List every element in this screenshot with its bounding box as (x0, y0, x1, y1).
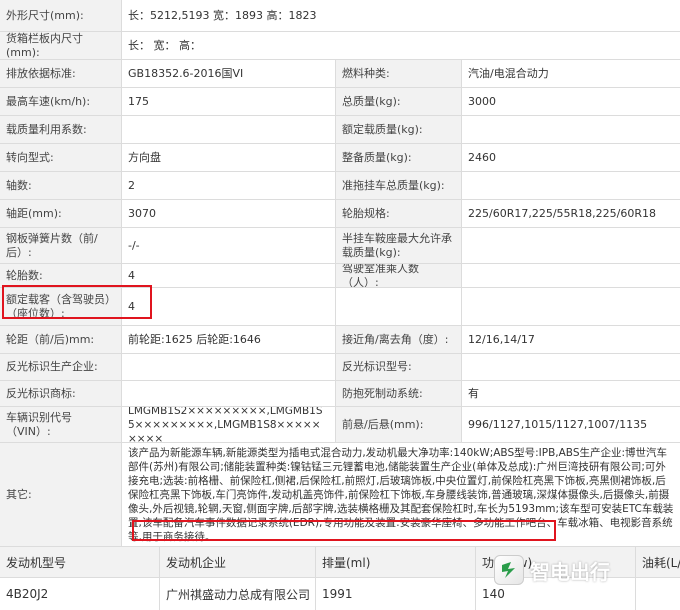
label-cab-capacity: 驾驶室准乘人数（人）: (336, 264, 462, 287)
value-emission: GB18352.6-2016国VI (122, 60, 336, 87)
label-emission: 排放依据标准: (0, 60, 122, 87)
value-trailer-mass (462, 172, 680, 199)
label-reflector-model: 反光标识型号: (336, 354, 462, 380)
label-trailer-mass: 准拖挂车总质量(kg): (336, 172, 462, 199)
label-abs: 防抱死制动系统: (336, 381, 462, 406)
value-abs: 有 (462, 381, 680, 406)
value-saddle-load (462, 228, 680, 263)
value-wheelbase: 3070 (122, 200, 336, 227)
label-saddle-load: 半挂车鞍座最大允许承载质量(kg): (336, 228, 462, 263)
value-steering: 方向盘 (122, 144, 336, 171)
spec-row-cargo-box: 货箱栏板内尺寸(mm): 长： 宽： 高： (0, 32, 680, 60)
label-cargo-box: 货箱栏板内尺寸(mm): (0, 32, 122, 59)
label-wheelbase: 轴距(mm): (0, 200, 122, 227)
label-reflector-maker: 反光标识生产企业: (0, 354, 122, 380)
spec-row-emission: 排放依据标准: GB18352.6-2016国VI 燃料种类: 汽油/电混合动力 (0, 60, 680, 88)
label-tire-spec: 轮胎规格: (336, 200, 462, 227)
watermark-text: 智电出行 (530, 559, 610, 584)
header-displacement: 排量(ml) (316, 547, 476, 577)
value-cab-capacity (462, 264, 680, 287)
watermark: 智电出行 (494, 555, 610, 585)
label-vin: 车辆识别代号（VIN）: (0, 407, 122, 442)
spec-row-speed: 最高车速(km/h): 175 总质量(kg): 3000 (0, 88, 680, 116)
label-axles: 轴数: (0, 172, 122, 199)
spec-row-axles: 轴数: 2 准拖挂车总质量(kg): (0, 172, 680, 200)
label-dimensions: 外形尺寸(mm): (0, 0, 122, 31)
spec-row-dimensions: 外形尺寸(mm): 长：5212,5193 宽：1893 高：1823 (0, 0, 680, 32)
spec-row-tires: 轮胎数: 4 驾驶室准乘人数（人）: (0, 264, 680, 288)
cell-displacement: 1991 (316, 578, 476, 610)
label-other: 其它: (0, 443, 122, 546)
label-total-mass: 总质量(kg): (336, 88, 462, 115)
value-total-mass: 3000 (462, 88, 680, 115)
label-angles: 接近角/离去角（度）: (336, 326, 462, 353)
spec-row-seats: 额定载客（含驾驶员）（座位数）: 4 (0, 288, 680, 326)
spec-row-reflector-maker: 反光标识生产企业: 反光标识型号: (0, 354, 680, 381)
value-tire-spec: 225/60R17,225/55R18,225/60R18 (462, 200, 680, 227)
spec-row-vin: 车辆识别代号（VIN）: LMGMB1S2×××××××××,LMGMB1S5×… (0, 407, 680, 443)
spec-row-leaf-springs: 钢板弹簧片数（前/后）: -/- 半挂车鞍座最大允许承载质量(kg): (0, 228, 680, 264)
spec-row-load-factor: 载质量利用系数: 额定载质量(kg): (0, 116, 680, 144)
value-cargo-box: 长： 宽： 高： (122, 32, 680, 59)
label-leaf-springs: 钢板弹簧片数（前/后）: (0, 228, 122, 263)
label-curb-mass: 整备质量(kg): (336, 144, 462, 171)
value-reflector-model (462, 354, 680, 380)
header-engine-maker: 发动机企业 (160, 547, 316, 577)
label-overhang: 前悬/后悬(mm): (336, 407, 462, 442)
value-reflector-maker (122, 354, 336, 380)
spec-row-track: 轮距（前/后)mm: 前轮距:1625 后轮距:1646 接近角/离去角（度）:… (0, 326, 680, 354)
value-fuel: 汽油/电混合动力 (462, 60, 680, 87)
spec-table: 外形尺寸(mm): 长：5212,5193 宽：1893 高：1823 货箱栏板… (0, 0, 680, 547)
value-leaf-springs: -/- (122, 228, 336, 263)
label-tire-count: 轮胎数: (0, 264, 122, 287)
spec-row-reflector-brand: 反光标识商标: 防抱死制动系统: 有 (0, 381, 680, 407)
value-curb-mass: 2460 (462, 144, 680, 171)
label-load-factor: 载质量利用系数: (0, 116, 122, 143)
label-reflector-brand: 反光标识商标: (0, 381, 122, 406)
value-seats: 4 (122, 288, 336, 325)
value-dimensions: 长：5212,5193 宽：1893 高：1823 (122, 0, 680, 31)
cell-fuel-consumption (636, 578, 680, 610)
header-engine-model: 发动机型号 (0, 547, 160, 577)
label-empty (336, 288, 462, 325)
cell-engine-maker: 广州祺盛动力总成有限公司 (160, 578, 316, 610)
value-angles: 12/16,14/17 (462, 326, 680, 353)
value-vin: LMGMB1S2×××××××××,LMGMB1S5×××××××××,LMGM… (122, 407, 336, 442)
value-top-speed: 175 (122, 88, 336, 115)
value-empty (462, 288, 680, 325)
value-load-factor (122, 116, 336, 143)
value-track: 前轮距:1625 后轮距:1646 (122, 326, 336, 353)
label-fuel: 燃料种类: (336, 60, 462, 87)
value-tire-count: 4 (122, 264, 336, 287)
label-top-speed: 最高车速(km/h): (0, 88, 122, 115)
value-rated-load (462, 116, 680, 143)
value-overhang: 996/1127,1015/1127,1007/1135 (462, 407, 680, 442)
cell-engine-model: 4B20J2 (0, 578, 160, 610)
watermark-logo-icon (494, 555, 524, 585)
label-rated-load: 额定载质量(kg): (336, 116, 462, 143)
spec-row-steering: 转向型式: 方向盘 整备质量(kg): 2460 (0, 144, 680, 172)
value-other: 该产品为新能源车辆,新能源类型为插电式混合动力,发动机最大净功率:140kW;A… (122, 443, 680, 546)
value-axles: 2 (122, 172, 336, 199)
label-steering: 转向型式: (0, 144, 122, 171)
spec-row-wheelbase: 轴距(mm): 3070 轮胎规格: 225/60R17,225/55R18,2… (0, 200, 680, 228)
value-reflector-brand (122, 381, 336, 406)
label-track: 轮距（前/后)mm: (0, 326, 122, 353)
spec-row-other: 其它: 该产品为新能源车辆,新能源类型为插电式混合动力,发动机最大净功率:140… (0, 443, 680, 547)
header-fuel-consumption: 油耗(L/1 (636, 547, 680, 577)
label-seats: 额定载客（含驾驶员）（座位数）: (0, 288, 122, 325)
